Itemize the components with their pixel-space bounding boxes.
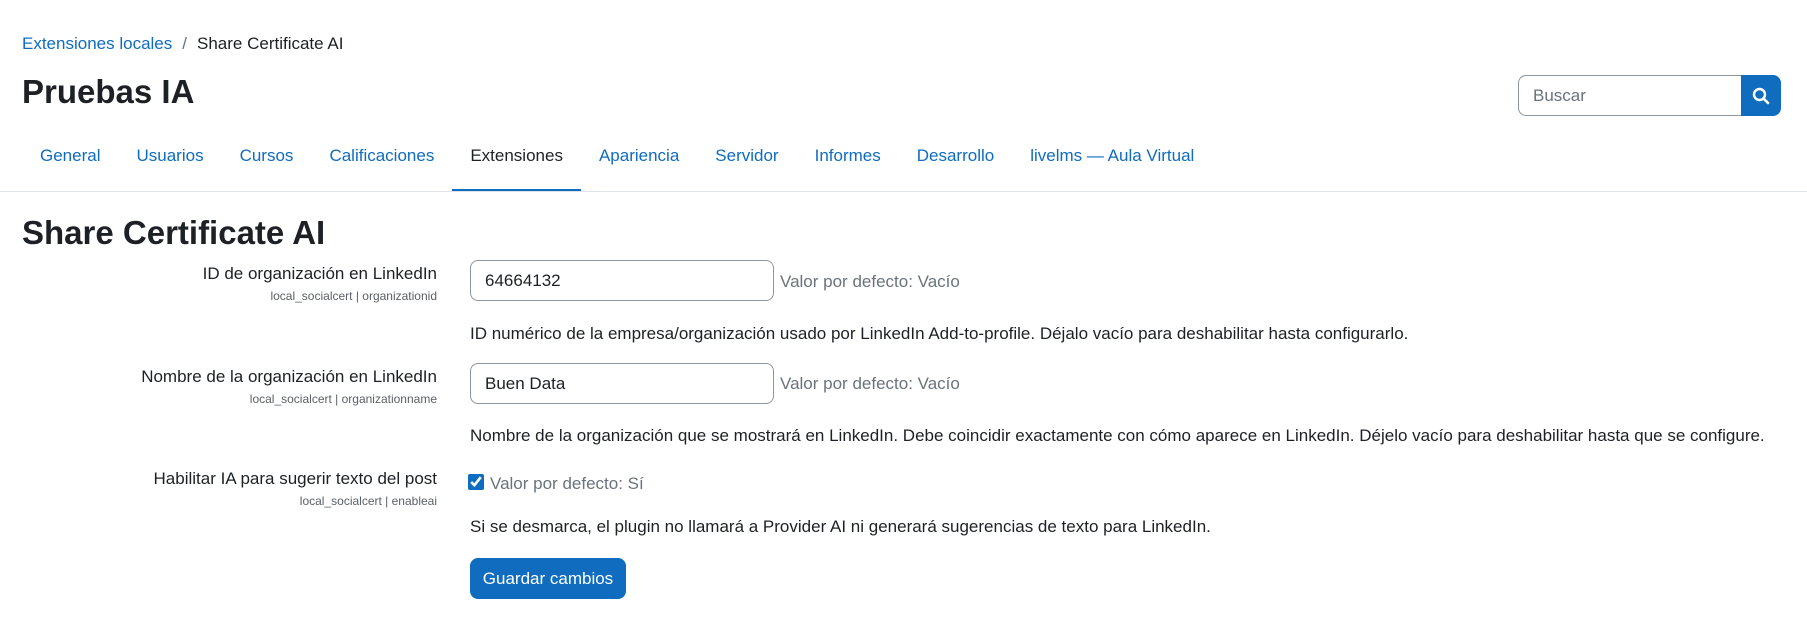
setting-description: Nombre de la organización que se mostrar… <box>470 426 1765 445</box>
setting-description: Si se desmarca, el plugin no llamará a P… <box>470 517 1211 536</box>
setting-key: local_socialcert | organizationid <box>270 289 437 303</box>
tab-servidor[interactable]: Servidor <box>697 132 796 192</box>
tab-general[interactable]: General <box>22 132 118 192</box>
breadcrumb-current: Share Certificate AI <box>197 34 344 53</box>
admin-nav-tabs: General Usuarios Cursos Calificaciones E… <box>22 132 1212 192</box>
setting-key: local_socialcert | organizationname <box>249 392 437 406</box>
tab-desarrollo[interactable]: Desarrollo <box>899 132 1012 192</box>
setting-name: Nombre de la organización en LinkedIn <box>141 367 437 386</box>
search-box <box>1518 75 1781 116</box>
search-input[interactable] <box>1518 75 1741 116</box>
section-title: Share Certificate AI <box>22 214 326 251</box>
setting-name: Habilitar IA para sugerir texto del post <box>153 469 437 488</box>
tab-apariencia[interactable]: Apariencia <box>581 132 697 192</box>
setting-organizationid-label: ID de organización en LinkedIn local_soc… <box>203 264 437 303</box>
tab-calificaciones[interactable]: Calificaciones <box>311 132 452 192</box>
setting-enableai-label: Habilitar IA para sugerir texto del post… <box>154 469 437 508</box>
page-title: Pruebas IA <box>22 73 195 110</box>
setting-key: local_socialcert | enableai <box>299 494 437 508</box>
nav-divider <box>0 191 1807 192</box>
tab-informes[interactable]: Informes <box>797 132 899 192</box>
breadcrumb: Extensiones locales / Share Certificate … <box>22 34 343 54</box>
save-changes-button[interactable]: Guardar cambios <box>470 558 626 599</box>
default-value-note: Valor por defecto: Sí <box>490 474 644 493</box>
default-value-note: Valor por defecto: Vacío <box>780 272 960 291</box>
tab-extensiones[interactable]: Extensiones <box>452 132 581 192</box>
tab-livelms-aula-virtual[interactable]: livelms — Aula Virtual <box>1012 132 1212 192</box>
search-button[interactable] <box>1741 75 1781 116</box>
tab-usuarios[interactable]: Usuarios <box>118 132 221 192</box>
setting-description: ID numérico de la empresa/organización u… <box>470 324 1409 343</box>
breadcrumb-separator: / <box>182 34 187 53</box>
setting-organizationname-label: Nombre de la organización en LinkedIn lo… <box>141 367 437 406</box>
enableai-checkbox[interactable] <box>468 474 484 490</box>
tab-cursos[interactable]: Cursos <box>222 132 312 192</box>
default-value-note: Valor por defecto: Vacío <box>780 374 960 393</box>
organizationname-input[interactable] <box>470 363 774 404</box>
setting-name: ID de organización en LinkedIn <box>202 264 437 283</box>
breadcrumb-link-local-extensions[interactable]: Extensiones locales <box>22 34 172 54</box>
organizationid-input[interactable] <box>470 260 774 301</box>
search-icon <box>1752 87 1770 104</box>
